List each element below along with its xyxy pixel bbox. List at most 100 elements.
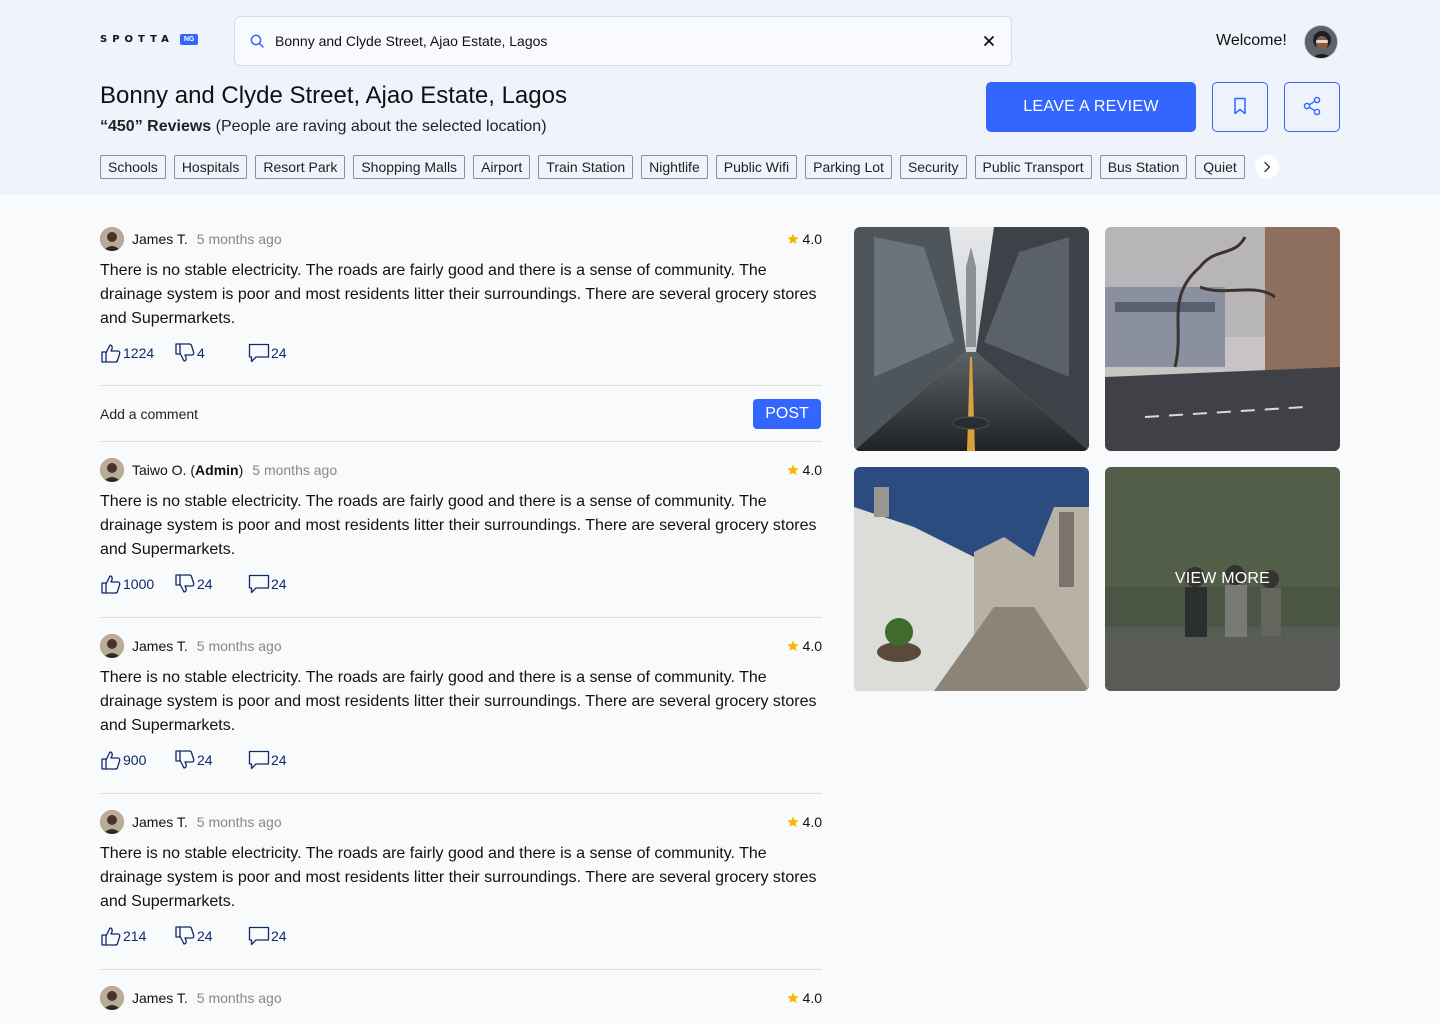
bookmark-button[interactable] (1212, 82, 1268, 132)
share-icon (1302, 96, 1322, 119)
reviewer-name: James T. (132, 990, 188, 1006)
reviewer-name: Taiwo O. (132, 462, 187, 478)
welcome-text: Welcome! (1216, 32, 1287, 49)
review-header: James T. 5 months ago 4.0 (100, 634, 822, 658)
tag-train-station[interactable]: Train Station (538, 155, 634, 179)
review-note: (People are raving about the selected lo… (215, 118, 547, 135)
dislike-button[interactable]: 24 (174, 574, 248, 594)
review-rating: 4.0 (786, 231, 822, 247)
dislike-button[interactable]: 24 (174, 926, 248, 946)
tag-resort-park[interactable]: Resort Park (255, 155, 346, 179)
logo-text: SPOTTA (100, 34, 174, 45)
review-count: “450” Reviews (100, 118, 212, 135)
comment-count: 24 (271, 576, 287, 592)
like-button[interactable]: 1224 (100, 343, 174, 363)
amenity-tags: Schools Hospitals Resort Park Shopping M… (100, 155, 1279, 179)
spotta-logo[interactable]: SPOTTA NG (100, 34, 199, 45)
review-text: There is no stable electricity. The road… (100, 845, 817, 910)
share-button[interactable] (1284, 82, 1340, 132)
tag-airport[interactable]: Airport (473, 155, 531, 179)
gallery-photo-city-street[interactable] (854, 227, 1089, 451)
add-comment-input[interactable]: Add a comment (100, 406, 198, 422)
gallery-photo-trulli-alley[interactable] (854, 467, 1089, 691)
tag-hospitals[interactable]: Hospitals (173, 155, 248, 179)
like-button[interactable]: 900 (100, 750, 174, 770)
gallery-photo-street-trees[interactable] (1105, 227, 1340, 451)
review-header: James T. 5 months ago 4.0 (100, 810, 822, 834)
user-avatar[interactable] (1304, 25, 1338, 59)
review-actions: 1224 4 24 (100, 343, 822, 363)
like-count: 900 (123, 752, 147, 768)
tag-security[interactable]: Security (899, 155, 967, 179)
divider (100, 793, 822, 794)
thumbs-up-icon (101, 751, 121, 770)
tag-public-wifi[interactable]: Public Wifi (715, 155, 798, 179)
review-actions: 900 24 24 (100, 750, 822, 770)
tag-schools[interactable]: Schools (100, 155, 166, 179)
logo-badge: NG (179, 34, 199, 45)
avatar (100, 227, 124, 251)
comment-button[interactable]: 24 (248, 750, 287, 770)
page-title: Bonny and Clyde Street, Ajao Estate, Lag… (100, 82, 567, 109)
tag-parking-lot[interactable]: Parking Lot (805, 155, 892, 179)
avatar (100, 634, 124, 658)
tag-quiet[interactable]: Quiet (1195, 155, 1245, 179)
reviewer-role: (Admin) (186, 462, 244, 478)
review-text: There is no stable electricity. The road… (100, 669, 817, 734)
like-button[interactable]: 214 (100, 926, 174, 946)
review-actions: 1000 24 24 (100, 574, 822, 594)
review-actions: 214 24 24 (100, 926, 822, 946)
tag-bus-station[interactable]: Bus Station (1099, 155, 1188, 179)
comment-button[interactable]: 24 (248, 343, 287, 363)
rating-value: 4.0 (802, 814, 822, 830)
comment-count: 24 (271, 345, 287, 361)
thumbs-down-icon (175, 343, 195, 362)
thumbs-down-icon (175, 750, 195, 769)
review-summary: “450” Reviews (People are raving about t… (100, 118, 547, 136)
rating-value: 4.0 (802, 462, 822, 478)
role-label: Admin (195, 462, 239, 478)
avatar (100, 810, 124, 834)
chevron-right-icon[interactable] (1254, 155, 1279, 179)
thumbs-down-icon (175, 926, 195, 945)
review-time: 5 months ago (196, 231, 282, 247)
review-card: James T. 5 months ago 4.0 There is no st… (100, 634, 822, 770)
comment-count: 24 (271, 752, 287, 768)
rating-value: 4.0 (802, 231, 822, 247)
dislike-button[interactable]: 4 (174, 343, 248, 363)
reviewer-name: James T. (132, 638, 188, 654)
review-header: James T. 5 months ago 4.0 (100, 227, 822, 251)
dislike-button[interactable]: 24 (174, 750, 248, 770)
star-icon (786, 464, 799, 475)
post-button[interactable]: POST (753, 399, 821, 429)
tag-shopping-malls[interactable]: Shopping Malls (353, 155, 466, 179)
thumbs-up-icon (101, 344, 121, 363)
reviewer-name: James T. (132, 231, 188, 247)
search-input[interactable]: Bonny and Clyde Street, Ajao Estate, Lag… (275, 33, 981, 49)
like-button[interactable]: 1000 (100, 574, 174, 594)
review-card: Taiwo O. (Admin) 5 months ago 4.0 There … (100, 458, 822, 594)
like-count: 214 (123, 928, 147, 944)
comment-button[interactable]: 24 (248, 926, 287, 946)
tag-nightlife[interactable]: Nightlife (641, 155, 708, 179)
comment-count: 24 (271, 928, 287, 944)
leave-review-button[interactable]: LEAVE A REVIEW (986, 82, 1196, 132)
close-icon[interactable] (981, 33, 997, 49)
dislike-count: 24 (197, 576, 213, 592)
rating-value: 4.0 (802, 638, 822, 654)
review-text: There is no stable electricity. The road… (100, 262, 817, 327)
review-card: James T. 5 months ago 4.0 There is no st… (100, 810, 822, 946)
search-icon (249, 33, 265, 49)
search-bar[interactable]: Bonny and Clyde Street, Ajao Estate, Lag… (234, 16, 1012, 66)
review-card: James T. 5 months ago 4.0 (100, 986, 822, 1010)
divider (100, 441, 822, 442)
comment-button[interactable]: 24 (248, 574, 287, 594)
review-time: 5 months ago (252, 462, 338, 478)
star-icon (786, 233, 799, 244)
view-more-button[interactable]: VIEW MORE (1105, 467, 1340, 691)
gallery-photo-people[interactable]: VIEW MORE (1105, 467, 1340, 691)
review-rating: 4.0 (786, 990, 822, 1006)
dislike-count: 24 (197, 752, 213, 768)
review-rating: 4.0 (786, 814, 822, 830)
tag-public-transport[interactable]: Public Transport (974, 155, 1092, 179)
